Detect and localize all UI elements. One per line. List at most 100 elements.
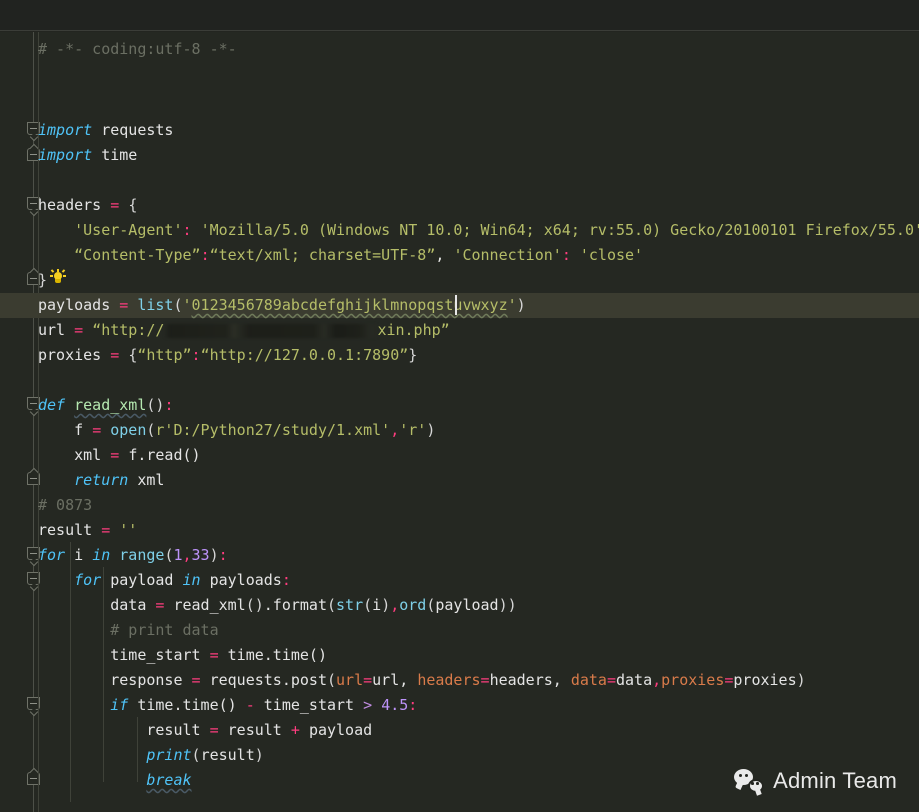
token-string-empty: '' [119, 521, 138, 539]
token-kwarg-headers: headers [417, 671, 481, 689]
lightbulb-icon[interactable] [50, 269, 66, 287]
token-var-url: url [372, 671, 400, 689]
code-line[interactable]: data = read_xml().format(str(i),ord(payl… [0, 593, 919, 618]
token-keyword-import: import [38, 146, 93, 164]
code-line[interactable]: proxies = {“http”:“http://127.0.0.1:7890… [0, 343, 919, 368]
redacted-url-block [164, 323, 378, 338]
token-keyword-in: in [182, 571, 201, 589]
token-call-f-read: f.read() [128, 446, 201, 464]
token-comment: # -*- coding:utf-8 -*- [38, 40, 237, 58]
token-var-i: i [74, 546, 84, 564]
token-var-time-start: time_start [110, 646, 201, 664]
token-builtin-str: str [336, 596, 364, 614]
code-line[interactable]: for payload in payloads: [0, 568, 919, 593]
token-var-payload: payload [110, 571, 174, 589]
code-line[interactable]: # print data [0, 618, 919, 643]
token-keyword-return: return [74, 471, 129, 489]
token-value-proxy: “http://127.0.0.1:7890” [200, 346, 409, 364]
code-line[interactable]: url = “http:// xin.php” [0, 318, 919, 343]
code-line[interactable]: } [0, 268, 919, 293]
token-key-connection: 'Connection' [453, 246, 562, 264]
code-editor[interactable]: # -*- coding:utf-8 -*- import requests i… [0, 32, 919, 812]
token-var-i: i [372, 596, 382, 614]
token-keyword-import: import [38, 121, 93, 139]
token-keyword-for: for [74, 571, 102, 589]
token-attr-format: .format [263, 596, 327, 614]
code-content[interactable]: # -*- coding:utf-8 -*- import requests i… [0, 32, 919, 812]
token-builtin-open: open [110, 421, 147, 439]
code-line[interactable]: “Content-Type”:“text/xml; charset=UTF-8”… [0, 243, 919, 268]
code-line[interactable]: print(result) [0, 743, 919, 768]
code-line[interactable]: xml = f.read() [0, 443, 919, 468]
code-line[interactable]: headers = { [0, 193, 919, 218]
token-module-requests: requests [101, 121, 174, 139]
token-call-time-time: time.time() [137, 696, 237, 714]
token-number-1: 1 [173, 546, 183, 564]
token-var-proxies: proxies [733, 671, 797, 689]
token-builtin-list: list [137, 296, 174, 314]
token-var-result: result [200, 746, 255, 764]
token-value-content-type: “text/xml; charset=UTF-8” [209, 246, 436, 264]
code-line-current[interactable]: payloads = list('0123456789abcdefghijklm… [0, 293, 919, 318]
text-caret [455, 295, 457, 315]
token-keyword-if: if [110, 696, 129, 714]
watermark-label: Admin Team [773, 768, 897, 793]
token-operator-eq: = [119, 296, 129, 314]
token-var-time-start: time_start [263, 696, 355, 714]
code-line[interactable]: import time [0, 143, 919, 168]
token-value-connection: 'close' [579, 246, 644, 264]
code-line[interactable]: result = '' [0, 518, 919, 543]
token-operator-eq: = [209, 721, 219, 739]
token-var-response: response [110, 671, 183, 689]
token-call-read-xml: read_xml [173, 596, 246, 614]
token-var-payloads: payloads [209, 571, 282, 589]
token-comment-0873: # 0873 [38, 496, 93, 514]
token-operator-eq: = [74, 321, 84, 339]
token-var-url: url [38, 321, 66, 339]
token-var-proxies: proxies [38, 346, 102, 364]
wechat-icon [734, 769, 765, 793]
token-key-user-agent: 'User-Agent' [74, 221, 183, 239]
code-line[interactable]: response = requests.post(url=url, header… [0, 668, 919, 693]
code-line[interactable]: f = open(r'D:/Python27/study/1.xml','r') [0, 418, 919, 443]
token-string-xml-path: r'D:/Python27/study/1.xml' [155, 421, 391, 439]
code-line[interactable]: 'User-Agent': 'Mozilla/5.0 (Windows NT 1… [0, 218, 919, 243]
code-line[interactable]: def read_xml(): [0, 393, 919, 418]
token-var-f: f [74, 421, 84, 439]
token-kwarg-proxies: proxies [661, 671, 725, 689]
token-operator-eq: = [209, 646, 219, 664]
code-line[interactable]: if time.time() =- time_start > 4.5: [0, 693, 919, 718]
code-line[interactable]: for i in range(1,33): [0, 543, 919, 568]
token-operator-eq: = [110, 346, 120, 364]
code-line[interactable]: import requests [0, 118, 919, 143]
token-var-payloads: payloads [38, 296, 111, 314]
code-line[interactable]: # -*- coding:utf-8 -*- [0, 37, 919, 62]
token-string-alphabet: 0123456789abcdefghijklmnopqstuvwxyz [191, 296, 508, 314]
token-url-prefix: “http:// [92, 321, 165, 339]
token-brace-close: } [38, 271, 48, 289]
token-var-result: result [227, 721, 282, 739]
code-line[interactable]: return xml [0, 468, 919, 493]
token-operator-eq: = [101, 521, 111, 539]
token-operator-eq: = [191, 671, 201, 689]
token-keyword-for: for [38, 546, 66, 564]
token-string-mode: 'r' [399, 421, 427, 439]
token-value-user-agent: 'Mozilla/5.0 (Windows NT 10.0; Win64; x6… [200, 221, 919, 239]
token-key-content-type: “Content-Type” [74, 246, 201, 264]
token-builtin-range: range [119, 546, 165, 564]
code-line[interactable]: result = result + payload [0, 718, 919, 743]
token-function-name: read_xml [74, 396, 147, 414]
token-operator-eq: = [92, 421, 102, 439]
token-keyword-in: in [92, 546, 111, 564]
token-number-4-5: 4.5 [381, 696, 409, 714]
token-module-time: time [101, 146, 138, 164]
token-var-xml: xml [137, 471, 165, 489]
token-keyword-print: print [146, 746, 192, 764]
code-line[interactable]: time_start = time.time() [0, 643, 919, 668]
token-operator-eq: = [110, 446, 120, 464]
watermark: Admin Team [734, 768, 897, 794]
token-var-result: result [146, 721, 201, 739]
code-line[interactable]: # 0873 [0, 493, 919, 518]
token-var-payload: payload [435, 596, 499, 614]
token-operator-plus: + [290, 721, 300, 739]
